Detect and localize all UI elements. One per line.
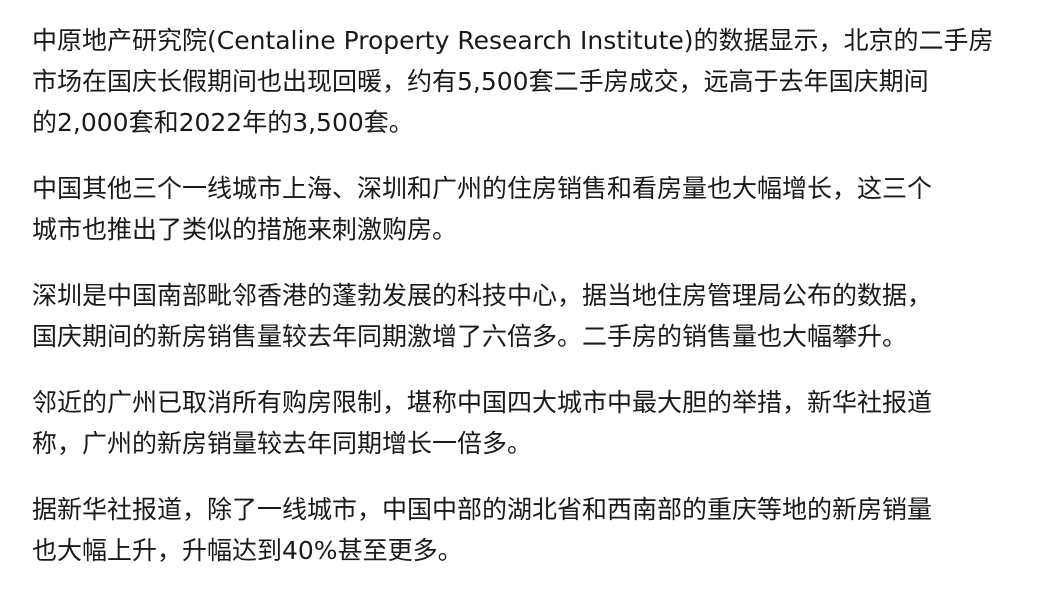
paragraph-line: 国庆期间的新房销售量较去年同期激增了六倍多。二手房的销售量也大幅攀升。 [32, 322, 908, 351]
paragraph-tier-one-cities: 中国其他三个一线城市上海、深圳和广州的住房销售和看房量也大幅增长，这三个 城市也… [32, 168, 1022, 250]
paragraph-line: 深圳是中国南部毗邻香港的蓬勃发展的科技中心，据当地住房管理局公布的数据， [32, 281, 933, 310]
paragraph-beijing-second-hand-market: 中原地产研究院(Centaline Property Research Inst… [32, 20, 1022, 143]
paragraph-other-regions: 据新华社报道，除了一线城市，中国中部的湖北省和西南部的重庆等地的新房销量 也大幅… [32, 489, 1022, 571]
paragraph-line: 称，广州的新房销量较去年同期增长一倍多。 [32, 429, 533, 458]
paragraph-line: 的2,000套和2022年的3,500套。 [32, 108, 414, 137]
paragraph-line: 中原地产研究院(Centaline Property Research Inst… [32, 26, 994, 55]
paragraph-line: 城市也推出了类似的措施来刺激购房。 [32, 215, 458, 244]
paragraph-line: 据新华社报道，除了一线城市，中国中部的湖北省和西南部的重庆等地的新房销量 [32, 495, 933, 524]
paragraph-line: 市场在国庆长假期间也出现回暖，约有5,500套二手房成交，远高于去年国庆期间 [32, 67, 929, 96]
paragraph-guangzhou: 邻近的广州已取消所有购房限制，堪称中国四大城市中最大胆的举措，新华社报道 称，广… [32, 382, 1022, 464]
paragraph-line: 中国其他三个一线城市上海、深圳和广州的住房销售和看房量也大幅增长，这三个 [32, 174, 933, 203]
article-body: 中原地产研究院(Centaline Property Research Inst… [32, 20, 1022, 596]
paragraph-line: 也大幅上升，升幅达到40%甚至更多。 [32, 536, 463, 565]
paragraph-shenzhen: 深圳是中国南部毗邻香港的蓬勃发展的科技中心，据当地住房管理局公布的数据， 国庆期… [32, 275, 1022, 357]
paragraph-line: 邻近的广州已取消所有购房限制，堪称中国四大城市中最大胆的举措，新华社报道 [32, 388, 933, 417]
